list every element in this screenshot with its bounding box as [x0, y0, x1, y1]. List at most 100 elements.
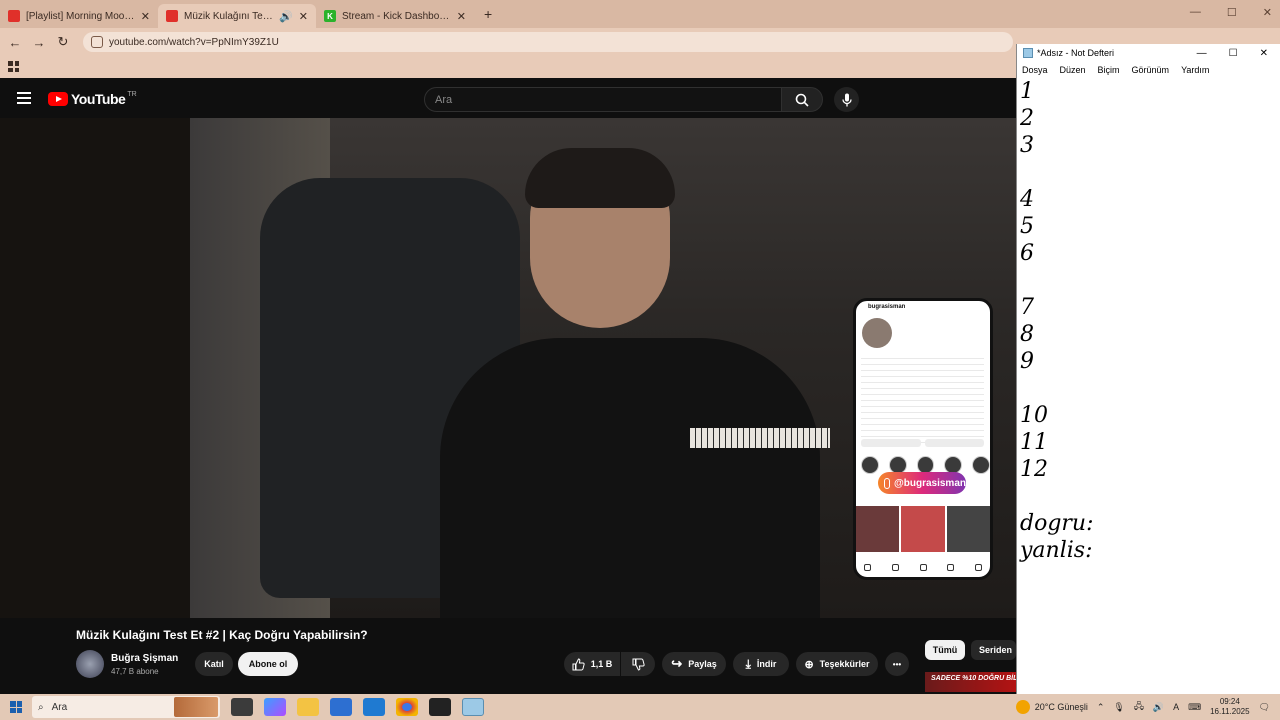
- notifications-icon[interactable]: 🗨: [1259, 702, 1270, 713]
- video-player[interactable]: bugrasisman @bugrasisman: [0, 118, 1016, 618]
- notepad-line: 3: [1020, 133, 1034, 158]
- menu-format[interactable]: Biçim: [1098, 65, 1120, 75]
- search-input[interactable]: Ara: [424, 87, 782, 112]
- taskbar-search-placeholder: Ara: [51, 701, 68, 713]
- input-language-icon[interactable]: A: [1173, 702, 1179, 712]
- maximize-icon[interactable]: ☐: [1227, 6, 1237, 19]
- file-explorer-icon[interactable]: [297, 698, 319, 716]
- share-button[interactable]: ↪ Paylaş: [662, 652, 726, 676]
- search-button[interactable]: [781, 87, 823, 112]
- notepad-text-area[interactable]: 1 2 3 4 5 6 7 8 9 10 11 12 dogru: yanlis…: [1020, 78, 1280, 694]
- thumbs-up-icon: [572, 657, 585, 670]
- notepad-line: [1020, 483, 1280, 510]
- youtube-favicon-icon: [8, 10, 20, 22]
- menu-help[interactable]: Yardım: [1181, 65, 1209, 75]
- tab-title: Stream - Kick Dashboard: [342, 10, 451, 22]
- forward-arrow-icon[interactable]: →: [27, 35, 51, 50]
- download-button[interactable]: ⤓ İndir: [733, 652, 789, 676]
- subscribe-button[interactable]: Abone ol: [238, 652, 298, 676]
- mail-icon[interactable]: [363, 698, 385, 716]
- network-icon[interactable]: 🖧: [1134, 699, 1144, 715]
- browser-tab-playlist[interactable]: [Playlist] Morning Mood 🟢 M ✕: [0, 4, 158, 28]
- notepad-line: 2: [1020, 106, 1034, 131]
- channel-avatar[interactable]: [76, 650, 104, 678]
- back-arrow-icon[interactable]: ←: [3, 35, 27, 50]
- close-tab-icon[interactable]: ✕: [299, 10, 308, 23]
- join-button[interactable]: Katıl: [195, 652, 233, 676]
- kick-favicon-icon: K: [324, 10, 336, 22]
- tab-title: [Playlist] Morning Mood 🟢 M: [26, 10, 135, 22]
- close-tab-icon[interactable]: ✕: [457, 10, 466, 23]
- volume-icon[interactable]: 🔊: [1153, 702, 1164, 713]
- close-tab-icon[interactable]: ✕: [141, 10, 150, 23]
- chip-series[interactable]: Seriden: [971, 640, 1016, 660]
- window-controls: — ☐ ✕: [1190, 6, 1272, 19]
- share-label: Paylaş: [688, 659, 717, 669]
- region-code: TR: [127, 91, 137, 98]
- phone-nav-bar: [864, 564, 982, 571]
- notepad-line: 9: [1020, 349, 1034, 374]
- notepad-menubar: Dosya Düzen Biçim Görünüm Yardım: [1017, 62, 1280, 78]
- reload-icon[interactable]: ↻: [51, 34, 75, 50]
- notepad-line: 6: [1020, 241, 1034, 266]
- notepad-icon: [1023, 48, 1033, 58]
- instagram-handle-badge: @bugrasisman: [878, 472, 966, 494]
- youtube-favicon-icon: [166, 10, 178, 22]
- obs-icon[interactable]: [429, 698, 451, 716]
- close-window-icon[interactable]: ✕: [1263, 6, 1272, 19]
- minimize-icon[interactable]: —: [1197, 48, 1207, 59]
- weather-text: 20°C Güneşli: [1034, 702, 1088, 712]
- chip-all[interactable]: Tümü: [925, 640, 965, 660]
- clock[interactable]: 09:24 16.11.2025: [1210, 697, 1249, 717]
- menu-edit[interactable]: Düzen: [1060, 65, 1086, 75]
- weather-widget[interactable]: 20°C Güneşli: [1015, 700, 1088, 714]
- instagram-profile-overlay: bugrasisman: [853, 298, 993, 580]
- notepad-taskbar-icon[interactable]: [462, 698, 484, 716]
- browser-tab-kick[interactable]: K Stream - Kick Dashboard ✕: [316, 4, 474, 28]
- chevron-up-icon[interactable]: ⌃: [1097, 702, 1105, 713]
- youtube-play-icon: [48, 92, 68, 106]
- close-window-icon[interactable]: ✕: [1260, 48, 1268, 59]
- phone-avatar: [862, 318, 892, 348]
- speaker-icon[interactable]: 🔊: [279, 10, 293, 23]
- thanks-button[interactable]: ⊕ Teşekkürler: [796, 652, 878, 676]
- url-bar[interactable]: youtube.com/watch?v=PpNImY39Z1U: [83, 32, 1013, 52]
- more-actions-button[interactable]: •••: [885, 652, 909, 676]
- related-video-thumbnail[interactable]: SADECE %10 DOĞRU BİL: [925, 672, 1016, 692]
- copilot-icon[interactable]: [264, 698, 286, 716]
- voice-search-button[interactable]: [834, 87, 859, 112]
- download-icon: ⤓: [745, 656, 751, 671]
- notepad-line: dogru:: [1020, 511, 1094, 536]
- notepad-line: [1020, 375, 1280, 402]
- site-info-icon[interactable]: [91, 36, 103, 48]
- download-label: İndir: [756, 659, 777, 669]
- thumbs-down-icon: [632, 658, 645, 671]
- start-button[interactable]: [0, 701, 32, 713]
- phone-buttons: [861, 439, 984, 447]
- notepad-line: [1020, 267, 1280, 294]
- instagram-handle: @bugrasisman: [894, 477, 966, 489]
- youtube-logo[interactable]: YouTube TR: [48, 91, 137, 107]
- url-text: youtube.com/watch?v=PpNImY39Z1U: [109, 36, 279, 48]
- menu-file[interactable]: Dosya: [1022, 65, 1048, 75]
- menu-view[interactable]: Görünüm: [1132, 65, 1170, 75]
- task-view-icon[interactable]: [231, 698, 253, 716]
- taskbar-search[interactable]: ⌕ Ara: [32, 696, 220, 718]
- apps-grid-icon[interactable]: [8, 61, 19, 72]
- maximize-icon[interactable]: ☐: [1229, 48, 1238, 59]
- microphone-icon[interactable]: 🎙: [1113, 702, 1124, 713]
- channel-name[interactable]: Buğra Şişman: [111, 653, 178, 664]
- like-button[interactable]: 1,1 B: [564, 652, 620, 676]
- search-highlight-image: [174, 697, 218, 717]
- minimize-icon[interactable]: —: [1190, 6, 1201, 19]
- chrome-icon[interactable]: [396, 698, 418, 716]
- keyboard-icon[interactable]: ⌨: [1188, 702, 1201, 713]
- tab-title: Müzik Kulağını Test Et #2 |: [184, 10, 273, 22]
- hamburger-menu-icon[interactable]: [17, 92, 31, 104]
- video-piano-keys: [690, 428, 830, 448]
- new-tab-button[interactable]: +: [484, 6, 492, 22]
- dislike-button[interactable]: [621, 652, 655, 676]
- store-icon[interactable]: [330, 698, 352, 716]
- browser-tab-video[interactable]: Müzik Kulağını Test Et #2 | 🔊 ✕: [158, 4, 316, 28]
- notepad-window: *Adsız - Not Defteri — ☐ ✕ Dosya Düzen B…: [1016, 44, 1280, 694]
